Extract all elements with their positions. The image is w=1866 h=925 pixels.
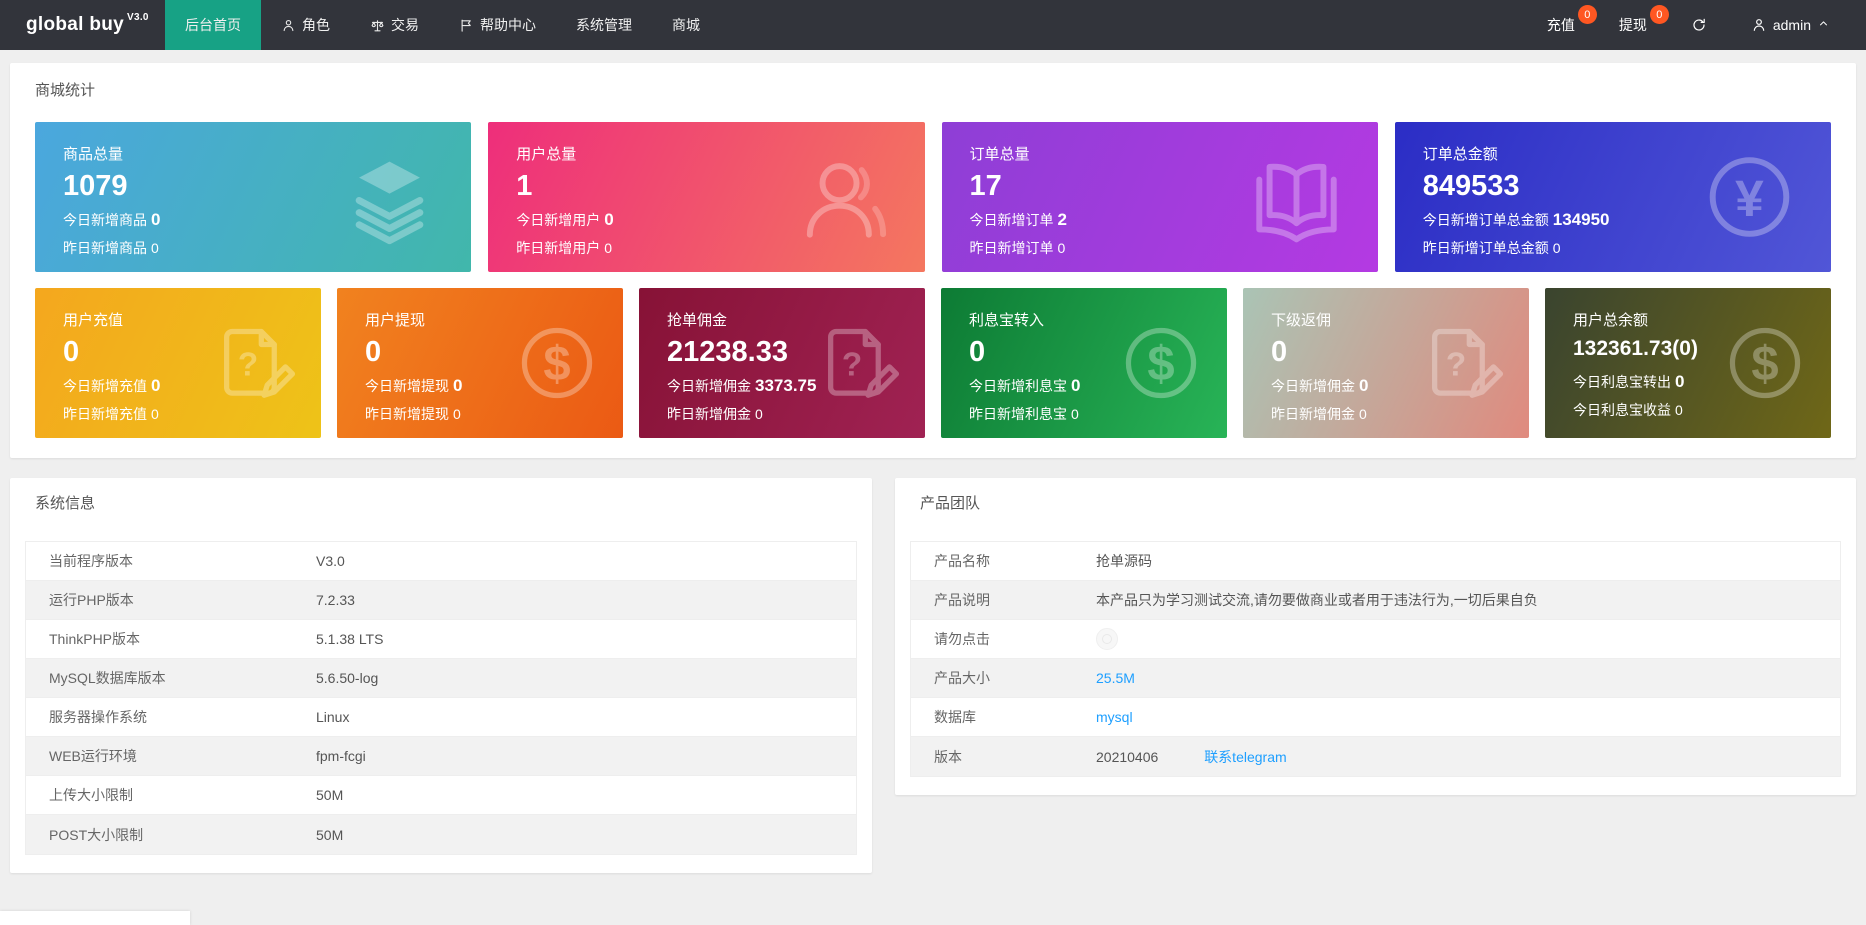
product-team-panel: 产品团队 产品名称抢单源码 产品说明本产品只为学习测试交流,请勿要做商业或者用于… [895,478,1856,795]
svg-text:?: ? [1446,346,1466,383]
yen-circle-icon: ¥ [1702,150,1797,245]
user-dropdown[interactable]: admin [1729,0,1852,50]
withdraw-link[interactable]: 提现 0 [1597,0,1669,50]
table-row: ThinkPHP版本5.1.38 LTS [26,620,856,659]
stat-card-commission: 抢单佣金 21238.33 今日新增佣金3373.75 昨日新增佣金0 ? [639,288,925,438]
user-icon [281,18,296,33]
table-row: 产品说明本产品只为学习测试交流,请勿要做商业或者用于违法行为,一切后果自负 [911,581,1840,620]
menu-label: 系统管理 [576,15,632,35]
database-link[interactable]: mysql [1096,709,1133,725]
table-row: WEB运行环境fpm-fcgi [26,737,856,776]
table-row: 请勿点击 [911,620,1840,659]
menu-item-dashboard[interactable]: 后台首页 [165,0,261,50]
menu-item-mall[interactable]: 商城 [652,0,720,50]
table-row: 服务器操作系统Linux [26,698,856,737]
system-info-table: 当前程序版本V3.0 运行PHP版本7.2.33 ThinkPHP版本5.1.3… [25,541,857,855]
svg-text:$: $ [1147,338,1174,392]
withdraw-label: 提现 [1619,15,1647,35]
system-info-panel: 系统信息 当前程序版本V3.0 运行PHP版本7.2.33 ThinkPHP版本… [10,478,872,873]
refresh-button[interactable] [1669,0,1729,50]
stat-yesterday-line: 昨日新增佣金0 [1271,404,1529,424]
person-icon [796,150,891,245]
stat-card-users: 用户总量 1 今日新增用户0 昨日新增用户0 [488,122,924,272]
table-row: MySQL数据库版本5.6.50-log [26,659,856,698]
layers-icon [342,150,437,245]
recharge-link[interactable]: 充值 0 [1525,0,1597,50]
table-row: 上传大小限制50M [26,776,856,815]
table-row: 产品名称抢单源码 [911,542,1840,581]
doc-question-icon: ? [1421,321,1505,405]
product-size-link[interactable]: 25.5M [1096,670,1135,686]
stat-yesterday-line: 昨日新增利息宝0 [969,404,1227,424]
bottom-section: 系统信息 当前程序版本V3.0 运行PHP版本7.2.33 ThinkPHP版本… [10,478,1856,873]
dollar-circle-icon: $ [1119,321,1203,405]
menu-item-system[interactable]: 系统管理 [556,0,652,50]
stat-card-withdraw: 用户提现 0 今日新增提现0 昨日新增提现0 $ [337,288,623,438]
stat-card-order-amount: 订单总金额 849533 今日新增订单总金额134950 昨日新增订单总金额0 … [1395,122,1831,272]
menu-label: 商城 [672,15,700,35]
table-row: 版本 20210406 联系telegram [911,737,1840,776]
dollar-circle-icon: $ [515,321,599,405]
telegram-link[interactable]: 联系telegram [1204,749,1286,765]
user-icon [1751,17,1767,33]
doc-question-icon: ? [817,321,901,405]
table-row: 当前程序版本V3.0 [26,542,856,581]
brand-name: global buy [26,14,124,36]
recharge-badge: 0 [1578,5,1597,24]
menu-label: 角色 [302,15,330,35]
dollar-circle-icon: $ [1723,321,1807,405]
book-icon [1249,150,1344,245]
system-info-title: 系统信息 [25,492,857,513]
menu-label: 后台首页 [185,15,241,35]
withdraw-badge: 0 [1650,5,1669,24]
menu-label: 交易 [391,15,419,35]
svg-text:¥: ¥ [1735,169,1764,227]
stat-card-interest-in: 利息宝转入 0 今日新增利息宝0 昨日新增利息宝0 $ [941,288,1227,438]
stats-row-1: 商品总量 1079 今日新增商品0 昨日新增商品0 用户总量 1 今日新增用户0… [35,122,1831,272]
svg-text:$: $ [1751,338,1778,392]
recharge-label: 充值 [1547,15,1575,35]
flag-icon [459,18,474,33]
product-team-title: 产品团队 [910,492,1841,513]
menu-item-trade[interactable]: 交易 [350,0,439,50]
table-row: 运行PHP版本7.2.33 [26,581,856,620]
stats-panel: 商城统计 商品总量 1079 今日新增商品0 昨日新增商品0 用户总量 1 今日… [10,63,1856,458]
menu-item-help-center[interactable]: 帮助中心 [439,0,556,50]
menu-item-roles[interactable]: 角色 [261,0,350,50]
stat-card-referral: 下级返佣 0 今日新增佣金0 昨日新增佣金0 ? [1243,288,1529,438]
doc-question-icon: ? [213,321,297,405]
stat-card-orders: 订单总量 17 今日新增订单2 昨日新增订单0 [942,122,1378,272]
stat-yesterday-line: 昨日新增充值0 [63,404,321,424]
table-row: 数据库 mysql [911,698,1840,737]
top-navbar: global buy V3.0 后台首页 角色 交易 帮助中心 系统管理 商城 … [0,0,1866,50]
bottom-left-panel-edge [0,911,190,925]
stat-yesterday-line: 昨日新增佣金0 [667,404,925,424]
faint-circle-icon[interactable] [1096,628,1118,650]
product-team-table: 产品名称抢单源码 产品说明本产品只为学习测试交流,请勿要做商业或者用于违法行为,… [910,541,1841,777]
stat-yesterday-line: 昨日新增提现0 [365,404,623,424]
version-value: 20210406 [1096,749,1158,765]
menu-label: 帮助中心 [480,15,536,35]
stats-row-2: 用户充值 0 今日新增充值0 昨日新增充值0 ? 用户提现 0 今日新增提现0 … [35,288,1831,438]
svg-text:?: ? [842,346,862,383]
svg-text:?: ? [238,346,258,383]
scales-icon [370,18,385,33]
table-row: 产品大小 25.5M [911,659,1840,698]
stat-card-recharge: 用户充值 0 今日新增充值0 昨日新增充值0 ? [35,288,321,438]
table-row: POST大小限制50M [26,815,856,854]
brand-logo: global buy V3.0 [0,0,165,50]
main-menu: 后台首页 角色 交易 帮助中心 系统管理 商城 [165,0,720,50]
stat-card-total-balance: 用户总余额 132361.73(0) 今日利息宝转出0 今日利息宝收益0 $ [1545,288,1831,438]
stats-panel-title: 商城统计 [35,77,1831,100]
username: admin [1773,17,1811,33]
brand-version: V3.0 [127,12,149,23]
svg-text:$: $ [543,338,570,392]
navbar-right: 充值 0 提现 0 admin [1525,0,1866,50]
stat-card-products: 商品总量 1079 今日新增商品0 昨日新增商品0 [35,122,471,272]
chevron-up-icon [1817,17,1830,33]
refresh-icon [1691,17,1707,33]
